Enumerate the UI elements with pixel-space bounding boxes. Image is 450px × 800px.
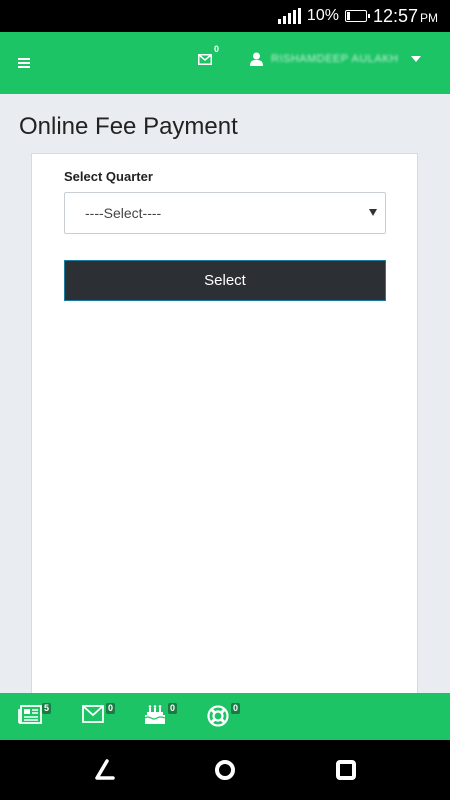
clock-time: 12:57 bbox=[372, 5, 418, 26]
messages-button[interactable]: 0 bbox=[82, 703, 116, 728]
status-bar: 10% 12:57 PM bbox=[0, 0, 450, 32]
birthdays-button[interactable]: 0 bbox=[144, 703, 178, 730]
mail-icon bbox=[198, 54, 212, 65]
battery-icon bbox=[344, 10, 370, 22]
support-button[interactable]: 0 bbox=[207, 703, 241, 732]
support-count-badge: 0 bbox=[231, 703, 241, 714]
news-count-badge: 5 bbox=[42, 703, 52, 714]
signal-icon bbox=[277, 8, 301, 24]
home-icon bbox=[215, 760, 235, 780]
quarter-label: Select Quarter bbox=[64, 169, 153, 184]
lifebuoy-icon bbox=[207, 705, 229, 727]
user-icon bbox=[250, 52, 263, 66]
mail-count-badge: 0 bbox=[214, 44, 220, 54]
chevron-down-icon bbox=[410, 56, 421, 62]
home-button[interactable] bbox=[213, 758, 237, 787]
back-icon bbox=[95, 759, 115, 780]
birthday-cake-icon bbox=[144, 705, 166, 724]
top-navbar: 0 RISHAMDEEP AULAKH bbox=[0, 32, 450, 94]
header-mail-button[interactable]: 0 bbox=[198, 44, 219, 70]
menu-icon[interactable] bbox=[18, 58, 30, 68]
quarter-select[interactable]: ----Select---- bbox=[64, 192, 386, 234]
back-button[interactable] bbox=[93, 758, 117, 787]
recents-button[interactable] bbox=[334, 758, 358, 787]
messages-count-badge: 0 bbox=[106, 703, 116, 714]
page-title: Online Fee Payment bbox=[19, 113, 238, 140]
mail-icon bbox=[82, 705, 104, 723]
quarter-select-value: ----Select---- bbox=[85, 205, 162, 221]
recents-icon bbox=[336, 760, 356, 780]
newspaper-icon bbox=[18, 705, 42, 724]
select-button[interactable]: Select bbox=[64, 260, 386, 301]
dropdown-arrow-icon bbox=[369, 209, 377, 216]
clock-ampm: PM bbox=[420, 10, 438, 25]
news-button[interactable]: 5 bbox=[18, 703, 52, 730]
user-name: RISHAMDEEP AULAKH bbox=[271, 53, 399, 65]
user-menu[interactable]: RISHAMDEEP AULAKH bbox=[250, 52, 421, 66]
birthdays-count-badge: 0 bbox=[168, 703, 178, 714]
fee-payment-card: Select Quarter ----Select---- Select bbox=[31, 153, 418, 698]
bottom-toolbar: 5 0 0 0 bbox=[0, 693, 450, 740]
battery-percent: 10% bbox=[306, 7, 339, 24]
system-navigation-bar bbox=[0, 740, 450, 800]
